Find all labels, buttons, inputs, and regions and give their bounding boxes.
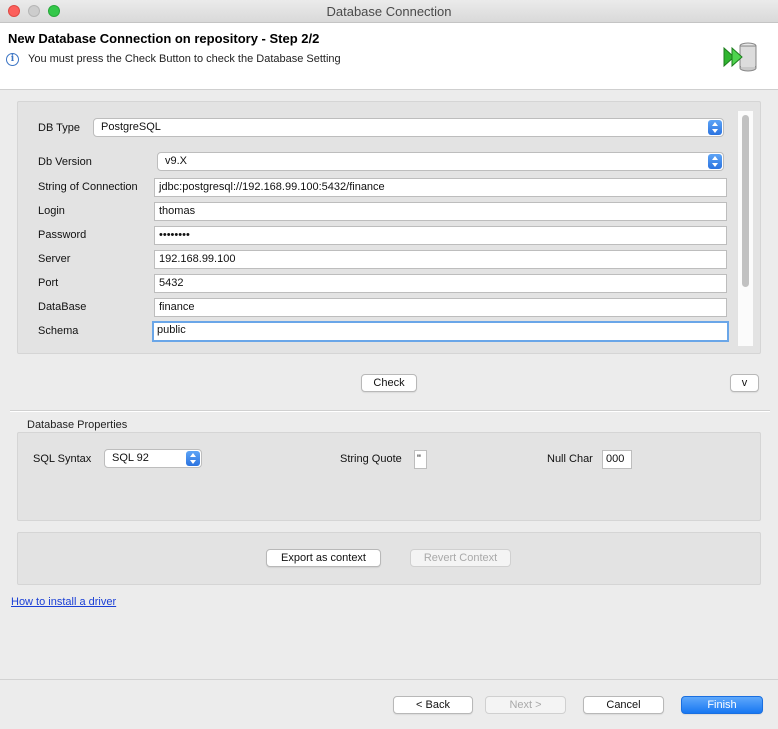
section-divider <box>10 410 770 412</box>
cancel-button[interactable]: Cancel <box>583 696 664 714</box>
string-quote-label: String Quote <box>340 453 402 465</box>
password-field[interactable]: •••••••• <box>154 226 727 245</box>
db-type-label: DB Type <box>38 122 80 134</box>
db-version-value: v9.X <box>165 155 188 167</box>
db-type-select[interactable]: PostgreSQL <box>93 118 724 137</box>
sql-syntax-value: SQL 92 <box>112 452 149 464</box>
check-button[interactable]: Check <box>361 374 417 392</box>
next-button[interactable]: Next > <box>485 696 566 714</box>
string-quote-field[interactable]: " <box>414 450 427 469</box>
null-char-field[interactable]: 000 <box>602 450 632 469</box>
login-label: Login <box>38 205 65 217</box>
db-type-value: PostgreSQL <box>101 121 161 133</box>
port-label: Port <box>38 277 59 289</box>
login-field[interactable]: thomas <box>154 202 727 221</box>
null-char-label: Null Char <box>547 453 593 465</box>
install-driver-link[interactable]: How to install a driver <box>11 596 116 608</box>
scrollbar-thumb[interactable] <box>742 115 749 287</box>
server-label: Server <box>38 253 71 265</box>
wizard-message: You must press the Check Button to check… <box>28 53 341 65</box>
wizard-header: New Database Connection on repository - … <box>0 23 778 90</box>
window-title: Database Connection <box>326 4 452 19</box>
connection-string-label: String of Connection <box>38 181 138 193</box>
schema-field[interactable]: public <box>152 321 729 342</box>
context-panel <box>17 532 761 585</box>
password-label: Password <box>38 229 87 241</box>
db-version-label: Db Version <box>38 156 92 168</box>
schema-label: Schema <box>38 325 79 337</box>
sql-syntax-label: SQL Syntax <box>33 453 92 465</box>
db-version-select[interactable]: v9.X <box>157 152 724 171</box>
database-field[interactable]: finance <box>154 298 727 317</box>
back-button[interactable]: < Back <box>393 696 473 714</box>
title-bar: Database Connection <box>0 0 778 23</box>
export-as-context-button[interactable]: Export as context <box>266 549 381 567</box>
wizard-title: New Database Connection on repository - … <box>8 31 320 46</box>
database-wizard-icon <box>723 42 757 72</box>
sql-syntax-select[interactable]: SQL 92 <box>104 449 202 468</box>
database-properties-panel <box>17 432 761 521</box>
port-field[interactable]: 5432 <box>154 274 727 293</box>
select-updown-icon <box>708 154 722 169</box>
finish-button[interactable]: Finish <box>681 696 763 714</box>
server-field[interactable]: 192.168.99.100 <box>154 250 727 269</box>
info-icon: i <box>6 53 19 66</box>
revert-context-button[interactable]: Revert Context <box>410 549 511 567</box>
database-properties-title: Database Properties <box>27 419 128 431</box>
select-updown-icon <box>708 120 722 135</box>
connection-string-field[interactable]: jdbc:postgresql://192.168.99.100:5432/fi… <box>154 178 727 197</box>
expand-button[interactable]: v <box>730 374 759 392</box>
footer-divider <box>0 679 778 680</box>
database-label: DataBase <box>38 301 87 313</box>
select-updown-icon <box>186 451 200 466</box>
settings-scrollbar[interactable] <box>737 111 753 346</box>
